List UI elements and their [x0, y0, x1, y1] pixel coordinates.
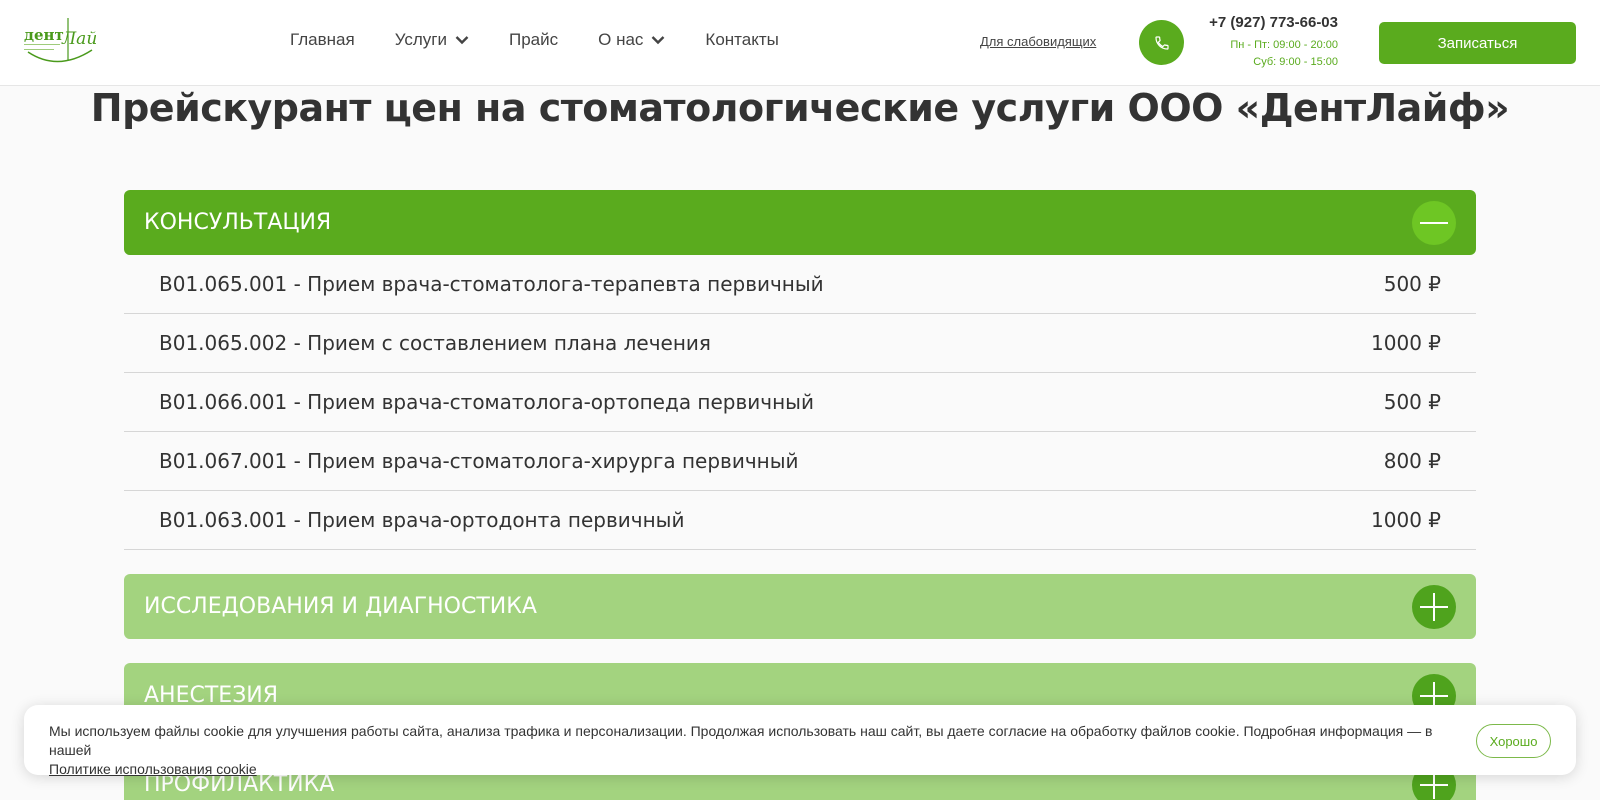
service-name: B01.063.001 - Прием врача-ортодонта перв…: [159, 508, 685, 532]
nav-item-contacts[interactable]: Контакты: [705, 30, 778, 50]
cookie-text: Мы используем файлы cookie для улучшения…: [49, 722, 1469, 779]
page-title: Прейскурант цен на стоматологические усл…: [90, 86, 1510, 130]
contact-info: +7 (927) 773-66-03 Пн - Пт: 09:00 - 20:0…: [1190, 14, 1338, 71]
nav-item-services[interactable]: Услуги: [395, 30, 469, 50]
hours-weekday: Пн - Пт: 09:00 - 20:00: [1230, 39, 1338, 51]
working-hours: Пн - Пт: 09:00 - 20:00 Суб: 9:00 - 15:00: [1190, 37, 1338, 71]
service-name: B01.066.001 - Прием врача-стоматолога-ор…: [159, 390, 814, 414]
consultation-price-list: B01.065.001 - Прием врача-стоматолога-те…: [124, 255, 1476, 550]
service-price: 1000 ₽: [1371, 331, 1441, 355]
nav-label: Услуги: [394, 30, 447, 49]
signup-button[interactable]: Записаться: [1379, 22, 1576, 64]
chevron-down-icon: [652, 36, 665, 45]
service-price: 500 ₽: [1383, 272, 1441, 296]
section-header-diagnostics[interactable]: ИССЛЕДОВАНИЯ И ДИАГНОСТИКА: [124, 574, 1476, 639]
dentlife-logo[interactable]: дент Лайф: [22, 14, 96, 70]
price-row: B01.066.001 - Прием врача-стоматолога-ор…: [124, 373, 1476, 432]
accessibility-link[interactable]: Для слабовидящих: [980, 34, 1096, 49]
hours-saturday: Суб: 9:00 - 15:00: [1253, 56, 1338, 68]
price-row: B01.063.001 - Прием врача-ортодонта перв…: [124, 491, 1476, 550]
nav-label: Контакты: [705, 30, 779, 49]
service-price: 1000 ₽: [1371, 508, 1441, 532]
service-name: B01.065.001 - Прием врача-стоматолога-те…: [159, 272, 824, 296]
cookie-accept-button[interactable]: Хорошо: [1476, 724, 1551, 758]
section-header-consultation[interactable]: КОНСУЛЬТАЦИЯ: [124, 190, 1476, 255]
section-title: ИССЛЕДОВАНИЯ И ДИАГНОСТИКА: [144, 594, 537, 619]
nav-item-prices[interactable]: Прайс: [509, 30, 558, 50]
chevron-down-icon: [455, 36, 469, 45]
cookie-message: Мы используем файлы cookie для улучшения…: [49, 723, 1433, 758]
cookie-policy-link[interactable]: Политике использования cookie: [49, 761, 257, 777]
minus-icon: [1420, 221, 1448, 224]
price-row: B01.065.002 - Прием с составлением плана…: [124, 314, 1476, 373]
service-price: 500 ₽: [1383, 390, 1441, 414]
nav-label: Прайс: [509, 30, 559, 49]
service-name: B01.067.001 - Прием врача-стоматолога-хи…: [159, 449, 799, 473]
price-row: B01.067.001 - Прием врача-стоматолога-хи…: [124, 432, 1476, 491]
nav-label: Главная: [290, 30, 355, 49]
nav-item-about[interactable]: О нас: [598, 30, 665, 50]
service-name: B01.065.002 - Прием с составлением плана…: [159, 331, 711, 355]
svg-text:дент: дент: [24, 26, 64, 44]
phone-number[interactable]: +7 (927) 773-66-03: [1190, 14, 1338, 31]
call-button[interactable]: [1139, 20, 1184, 65]
site-header: дент Лайф Главная Услуги Прайс О нас Кон…: [0, 0, 1600, 86]
expand-toggle[interactable]: [1412, 584, 1456, 629]
main-nav: Главная Услуги Прайс О нас Контакты: [290, 30, 819, 50]
cookie-banner: Мы используем файлы cookie для улучшения…: [24, 705, 1576, 777]
collapse-toggle[interactable]: [1412, 200, 1456, 245]
price-row: B01.065.001 - Прием врача-стоматолога-те…: [124, 255, 1476, 314]
section-title: КОНСУЛЬТАЦИЯ: [144, 210, 332, 235]
nav-label: О нас: [598, 30, 644, 49]
svg-text:Лайф: Лайф: [61, 29, 96, 49]
plus-icon: [1420, 592, 1448, 621]
nav-item-home[interactable]: Главная: [290, 30, 355, 50]
phone-icon: [1154, 35, 1169, 50]
service-price: 800 ₽: [1383, 449, 1441, 473]
